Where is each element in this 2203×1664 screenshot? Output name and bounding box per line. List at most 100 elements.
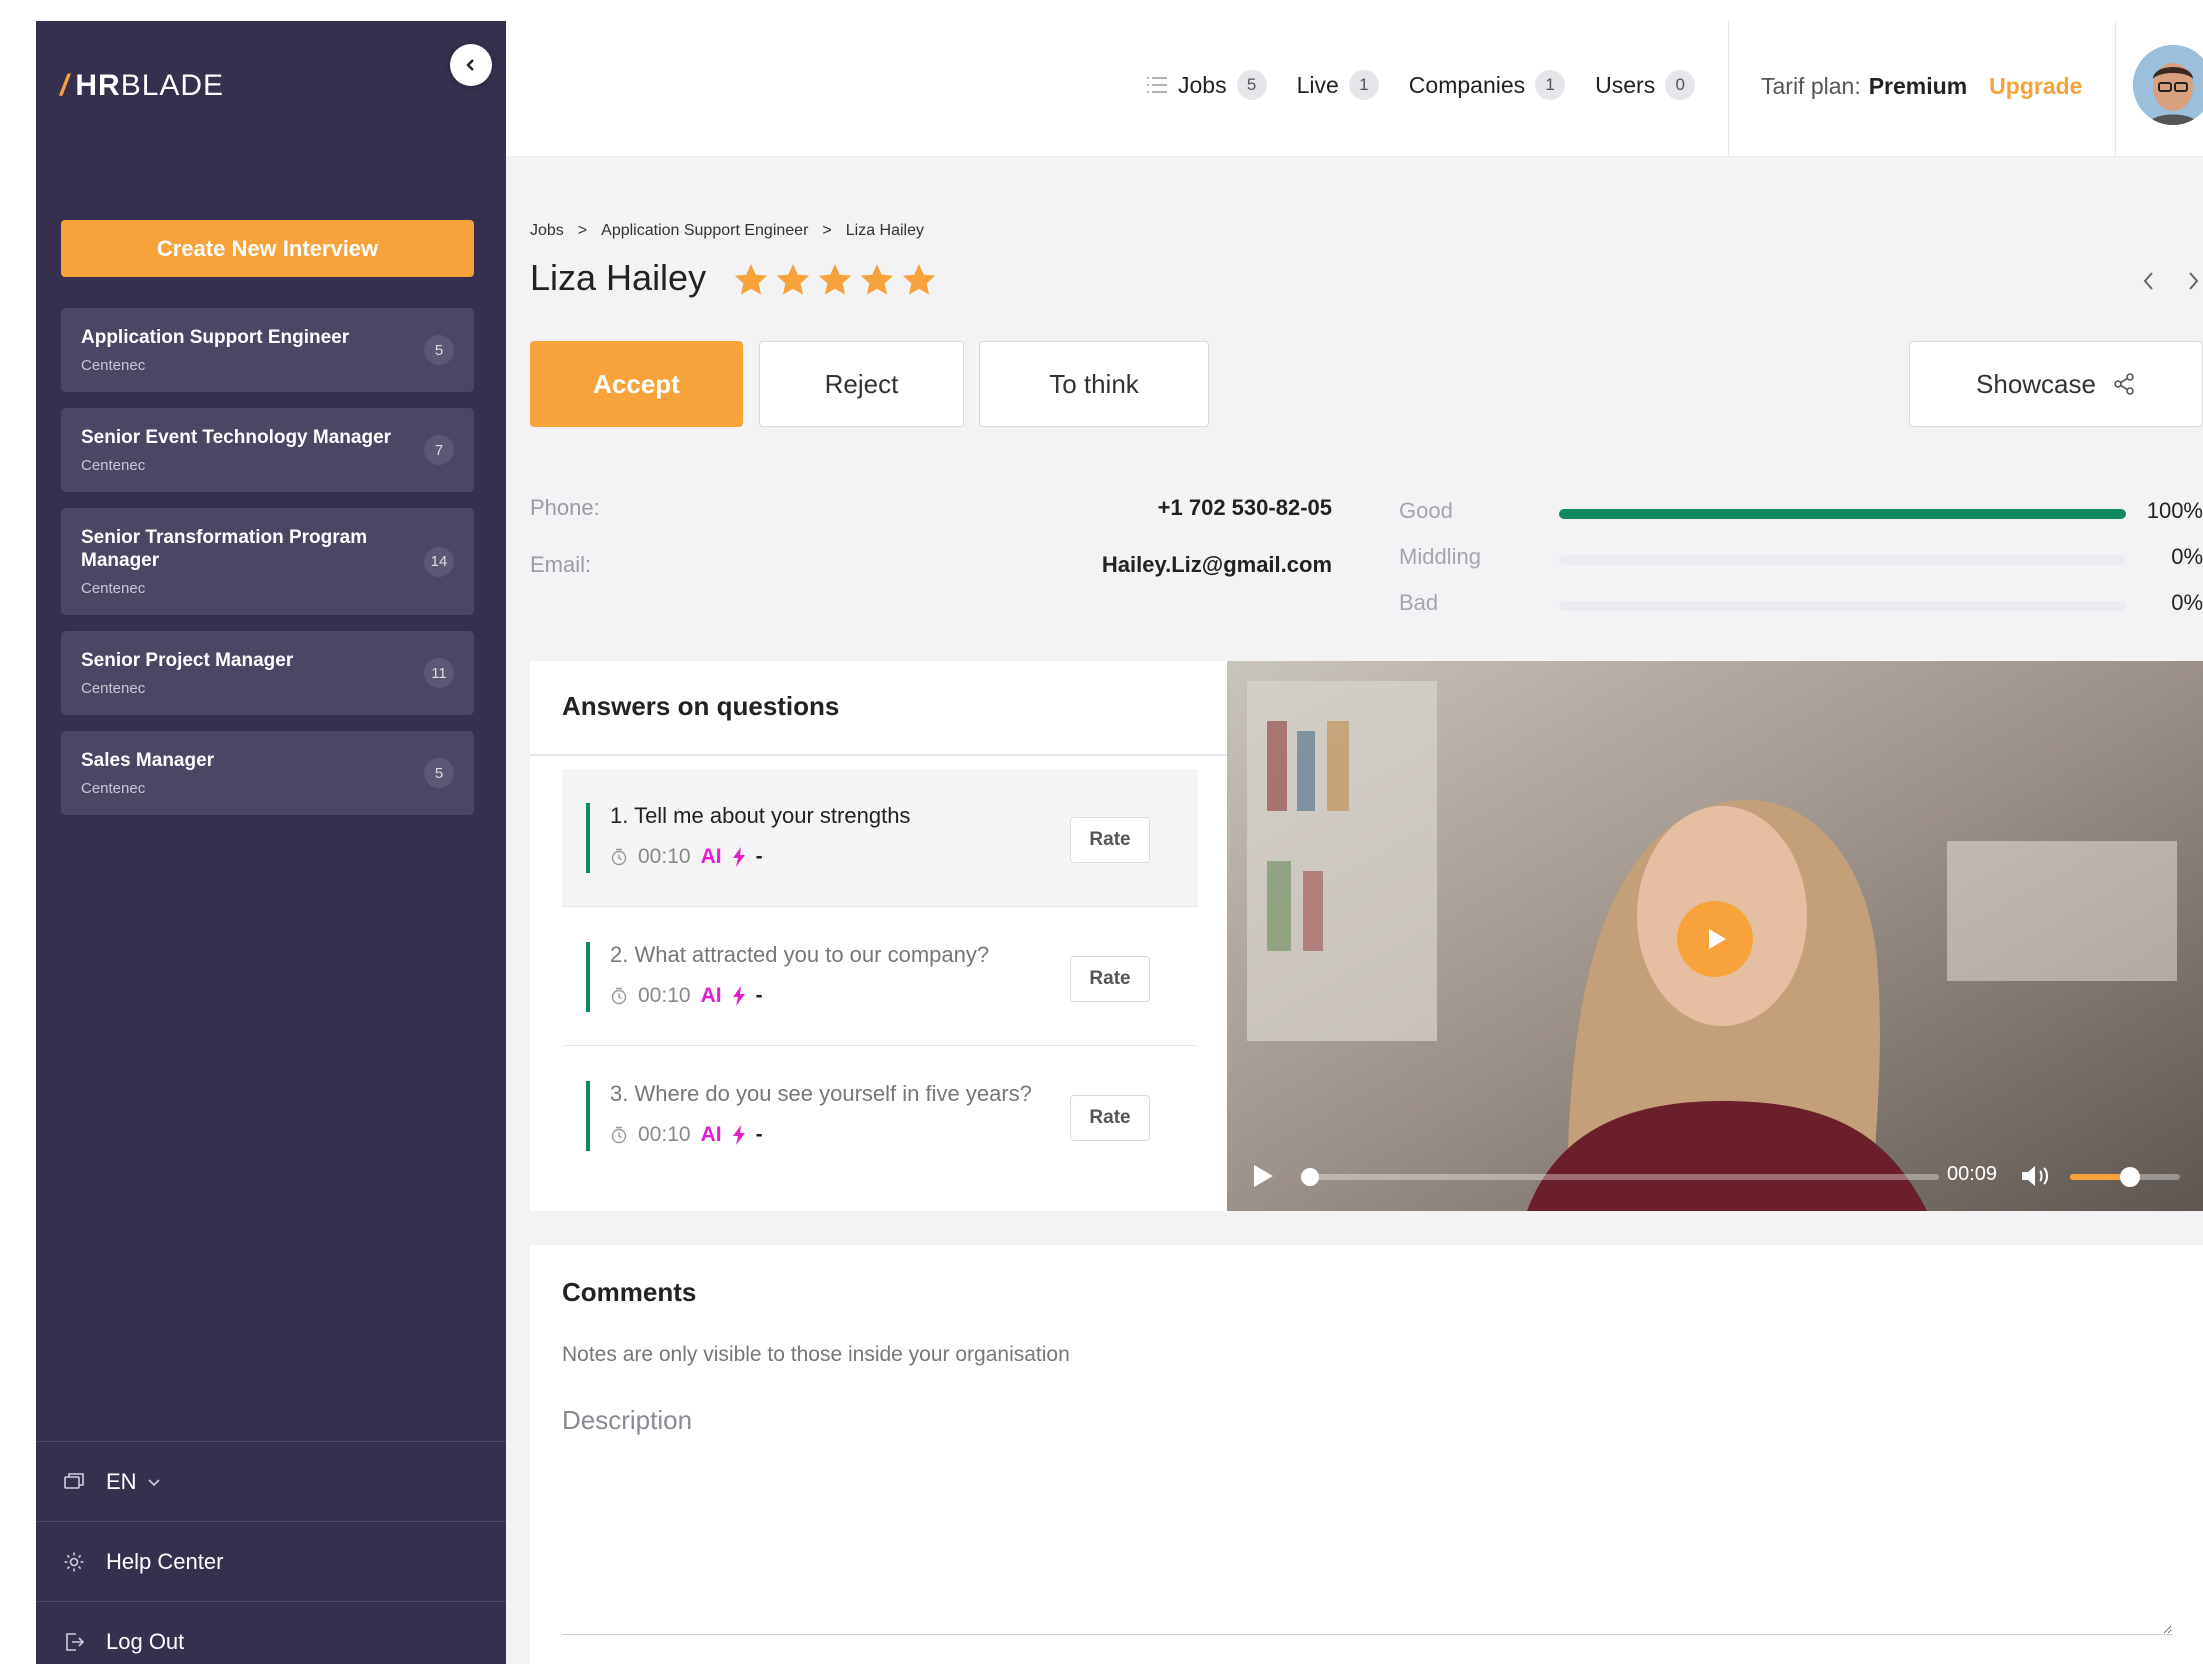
play-button[interactable] bbox=[1251, 1163, 1275, 1194]
question-meta: 00:10 AI - bbox=[610, 845, 763, 869]
candidate-pager bbox=[2139, 269, 2203, 298]
star-icon[interactable] bbox=[816, 261, 854, 299]
logo-blade: BLADE bbox=[120, 69, 225, 102]
star-icon[interactable] bbox=[774, 261, 812, 299]
ai-score: - bbox=[755, 984, 763, 1007]
clock-icon bbox=[611, 987, 627, 1005]
job-title: Senior Event Technology Manager bbox=[81, 427, 392, 448]
sidebar-collapse-button[interactable] bbox=[450, 44, 492, 86]
nav-companies-badge: 1 bbox=[1535, 70, 1566, 100]
score-good-label: Good bbox=[1399, 498, 1453, 523]
play-icon bbox=[1254, 1165, 1273, 1187]
upgrade-link[interactable]: Upgrade bbox=[1989, 73, 2082, 100]
rate-button[interactable]: Rate bbox=[1070, 1095, 1150, 1141]
nav-jobs[interactable]: Jobs 5 bbox=[1146, 70, 1267, 100]
question-marker bbox=[586, 942, 590, 1012]
logo-mark: / bbox=[60, 69, 70, 102]
candidate-name: Liza Hailey bbox=[530, 257, 707, 298]
accept-button[interactable]: Accept bbox=[530, 341, 743, 427]
video-progress-knob[interactable] bbox=[1301, 1168, 1319, 1186]
question-item[interactable]: 3. Where do you see yourself in five yea… bbox=[562, 1047, 1198, 1185]
breadcrumb-jobs[interactable]: Jobs bbox=[530, 222, 564, 240]
ai-score: - bbox=[755, 845, 763, 868]
nav-jobs-badge: 5 bbox=[1236, 70, 1267, 100]
volume-icon bbox=[2022, 1166, 2048, 1186]
breadcrumb-job[interactable]: Application Support Engineer bbox=[601, 222, 808, 240]
breadcrumb-current: Liza Hailey bbox=[845, 222, 924, 239]
chevron-left-icon bbox=[2143, 272, 2153, 290]
rate-button[interactable]: Rate bbox=[1070, 956, 1150, 1002]
score-middling-track bbox=[1559, 555, 2126, 565]
tarif-plan: Tarif plan: Premium Upgrade bbox=[1761, 73, 2082, 100]
nav-live-label: Live bbox=[1296, 71, 1339, 98]
create-new-interview-button[interactable]: Create New Interview bbox=[61, 220, 474, 277]
job-company: Centenec bbox=[81, 357, 146, 374]
star-icon[interactable] bbox=[858, 261, 896, 299]
ai-label: AI bbox=[700, 1123, 722, 1146]
to-think-button[interactable]: To think bbox=[979, 341, 1209, 427]
job-count-badge: 5 bbox=[424, 335, 454, 365]
question-item[interactable]: 2. What attracted you to our company? 00… bbox=[562, 908, 1198, 1046]
nav-live[interactable]: Live 1 bbox=[1297, 70, 1379, 100]
star-icon[interactable] bbox=[900, 261, 938, 299]
answers-title: Answers on questions bbox=[562, 691, 840, 721]
rate-button[interactable]: Rate bbox=[1070, 817, 1150, 863]
question-time: 00:10 bbox=[638, 1123, 691, 1146]
volume-knob[interactable] bbox=[2120, 1167, 2140, 1187]
job-item[interactable]: Senior Transformation Program Manager Ce… bbox=[61, 508, 474, 615]
volume-button[interactable] bbox=[2020, 1163, 2052, 1194]
job-company: Centenec bbox=[81, 680, 146, 697]
next-candidate-button[interactable] bbox=[2183, 269, 2203, 298]
question-marker bbox=[586, 1081, 590, 1151]
reject-button[interactable]: Reject bbox=[759, 341, 964, 427]
job-item[interactable]: Senior Project Manager Centenec 11 bbox=[61, 631, 474, 715]
phone-value[interactable]: +1 702 530-82-05 bbox=[1158, 495, 1332, 521]
play-overlay-button[interactable] bbox=[1677, 901, 1753, 977]
rating-stars[interactable] bbox=[732, 261, 938, 299]
logout-label: Log Out bbox=[106, 1628, 185, 1654]
comment-description-input[interactable] bbox=[562, 1405, 2172, 1635]
nav-jobs-label: Jobs bbox=[1178, 71, 1227, 98]
logo[interactable]: / HR BLADE bbox=[60, 69, 224, 103]
score-middling-percent: 0% bbox=[2171, 544, 2203, 569]
email-value[interactable]: Hailey.Liz@gmail.com bbox=[1102, 552, 1332, 578]
comments-note: Notes are only visible to those inside y… bbox=[562, 1343, 1070, 1366]
breadcrumb-separator: > bbox=[822, 222, 832, 239]
phone-label: Phone: bbox=[530, 495, 600, 520]
showcase-button[interactable]: Showcase bbox=[1909, 341, 2203, 427]
nav-users-label: Users bbox=[1595, 71, 1656, 98]
main-content: Jobs > Application Support Engineer > Li… bbox=[506, 157, 2203, 1664]
question-marker bbox=[586, 803, 590, 873]
video-progress-track[interactable] bbox=[1307, 1174, 1939, 1180]
video-player[interactable]: 00:09 bbox=[1227, 661, 2203, 1211]
video-time: 00:09 bbox=[1947, 1163, 1998, 1185]
job-count-badge: 5 bbox=[424, 758, 454, 788]
help-center-label: Help Center bbox=[106, 1548, 224, 1574]
prev-candidate-button[interactable] bbox=[2139, 269, 2159, 298]
job-item[interactable]: Senior Event Technology Manager Centenec… bbox=[61, 408, 474, 492]
job-item[interactable]: Sales Manager Centenec 5 bbox=[61, 731, 474, 815]
ai-label: AI bbox=[700, 845, 722, 868]
help-center-link[interactable]: Help Center bbox=[36, 1521, 506, 1601]
language-selector[interactable]: EN bbox=[36, 1441, 506, 1521]
job-count-badge: 7 bbox=[424, 435, 454, 465]
question-text: 1. Tell me about your strengths bbox=[610, 803, 911, 828]
question-meta: 00:10 AI - bbox=[610, 1123, 763, 1147]
star-icon[interactable] bbox=[732, 261, 770, 299]
answers-panel: Answers on questions 1. Tell me about yo… bbox=[530, 661, 1227, 1211]
chevron-right-icon bbox=[2189, 272, 2199, 290]
question-item[interactable]: 1. Tell me about your strengths 00:10 AI… bbox=[562, 769, 1198, 907]
top-nav: Jobs 5 Live 1 Companies 1 Users 0 bbox=[1146, 70, 1696, 100]
job-title: Application Support Engineer bbox=[81, 327, 350, 348]
score-good-track bbox=[1559, 509, 2126, 519]
user-avatar[interactable] bbox=[2133, 45, 2203, 125]
logout-link[interactable]: Log Out bbox=[36, 1601, 506, 1664]
top-header: Jobs 5 Live 1 Companies 1 Users 0 Tarif … bbox=[506, 21, 2203, 157]
nav-companies[interactable]: Companies 1 bbox=[1409, 70, 1566, 100]
job-company: Centenec bbox=[81, 580, 146, 597]
sidebar: / HR BLADE Create New Interview Applicat… bbox=[36, 21, 506, 1664]
score-bad-label: Bad bbox=[1399, 590, 1439, 615]
job-item[interactable]: Application Support Engineer Centenec 5 bbox=[61, 308, 474, 392]
nav-users[interactable]: Users 0 bbox=[1595, 70, 1696, 100]
tarif-label: Tarif plan: bbox=[1761, 73, 1861, 99]
